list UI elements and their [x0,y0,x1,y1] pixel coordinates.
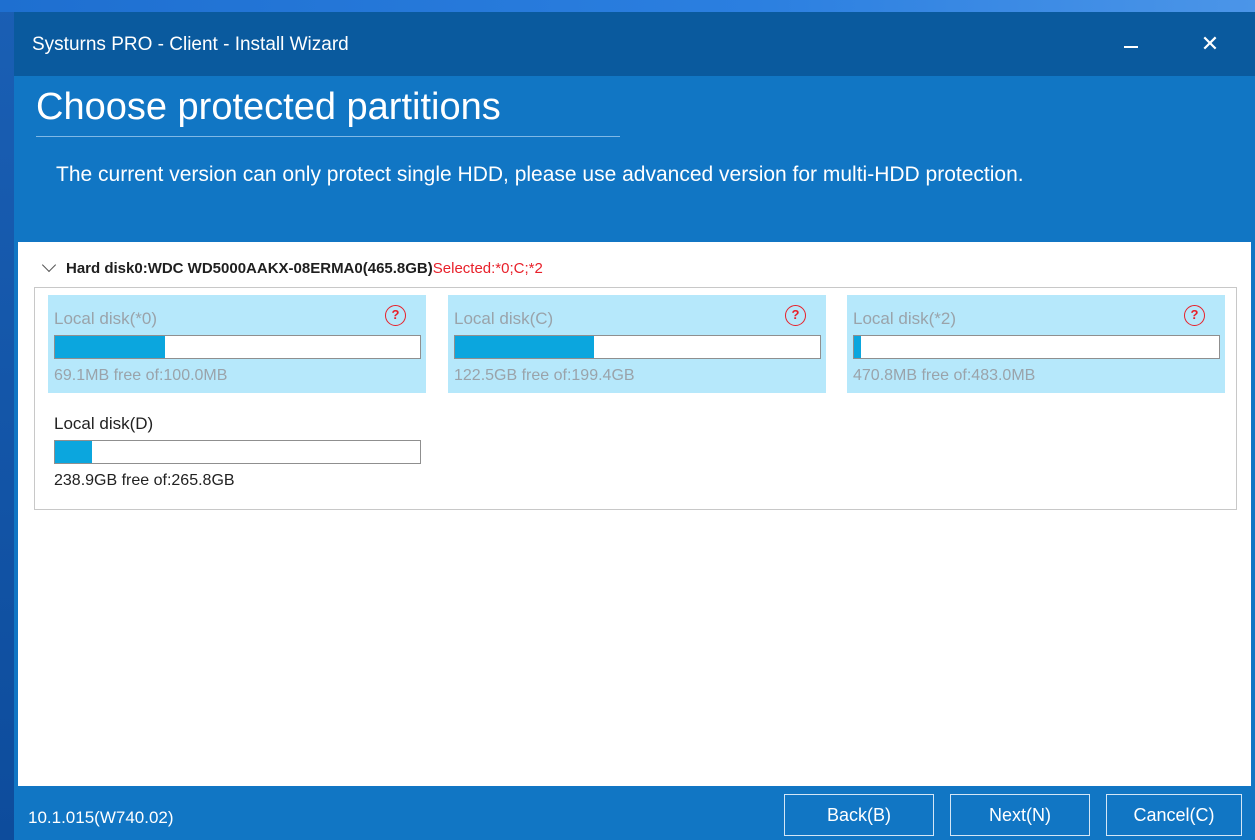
disk-header[interactable]: Hard disk0:WDC WD5000AAKX-08ERMA0(465.8G… [41,257,543,277]
partition-tile[interactable]: Local disk(*0) ? 69.1MB free of:100.0MB [48,295,426,393]
partition-free-space: 69.1MB free of:100.0MB [54,367,228,384]
partition-list: Local disk(*0) ? 69.1MB free of:100.0MB … [34,287,1237,510]
title-underline [36,136,620,137]
window-title: Systurns PRO - Client - Install Wizard [32,34,349,55]
close-button[interactable]: ✕ [1190,28,1230,60]
disk-name: Hard disk0:WDC WD5000AAKX-08ERMA0(465.8G… [66,260,433,277]
partition-free-space: 122.5GB free of:199.4GB [454,367,635,384]
partition-tile[interactable]: Local disk(*2) ? 470.8MB free of:483.0MB [847,295,1225,393]
page-subtitle: The current version can only protect sin… [56,163,1024,186]
partition-usage-bar [54,335,421,359]
partition-name: Local disk(C) [454,309,554,328]
partition-name: Local disk(*2) [853,309,956,328]
question-circle-icon[interactable]: ? [385,305,406,326]
partition-name: Local disk(*0) [54,309,157,328]
desktop-background [0,0,1255,12]
partition-free-space: 238.9GB free of:265.8GB [54,472,235,489]
partition-usage-bar [54,440,421,464]
partition-usage-bar [853,335,1220,359]
title-bar: Systurns PRO - Client - Install Wizard ✕ [14,12,1255,76]
next-button[interactable]: Next(N) [950,794,1090,836]
partition-usage-fill [55,441,92,463]
cancel-button[interactable]: Cancel(C) [1106,794,1242,836]
partition-usage-fill [854,336,862,358]
page-title: Choose protected partitions [36,86,501,128]
partition-usage-fill [455,336,594,358]
partition-tile[interactable]: Local disk(C) ? 122.5GB free of:199.4GB [448,295,826,393]
chevron-down-icon[interactable] [41,257,57,273]
partition-name: Local disk(D) [54,414,154,433]
minimize-icon [1124,46,1138,48]
minimize-button[interactable] [1110,28,1150,60]
partition-usage-fill [55,336,165,358]
question-circle-icon[interactable]: ? [1184,305,1205,326]
selected-partitions-text: Selected:*0;C;*2 [432,260,543,277]
back-button[interactable]: Back(B) [784,794,934,836]
install-wizard-window: Systurns PRO - Client - Install Wizard ✕… [14,12,1255,840]
partition-free-space: 470.8MB free of:483.0MB [853,367,1036,384]
partition-tile[interactable]: Local disk(D) 238.9GB free of:265.8GB [48,400,426,498]
partition-panel: Hard disk0:WDC WD5000AAKX-08ERMA0(465.8G… [18,242,1251,786]
question-circle-icon[interactable]: ? [785,305,806,326]
version-label: 10.1.015(W740.02) [28,808,174,827]
close-icon: ✕ [1200,31,1220,56]
partition-usage-bar [454,335,821,359]
